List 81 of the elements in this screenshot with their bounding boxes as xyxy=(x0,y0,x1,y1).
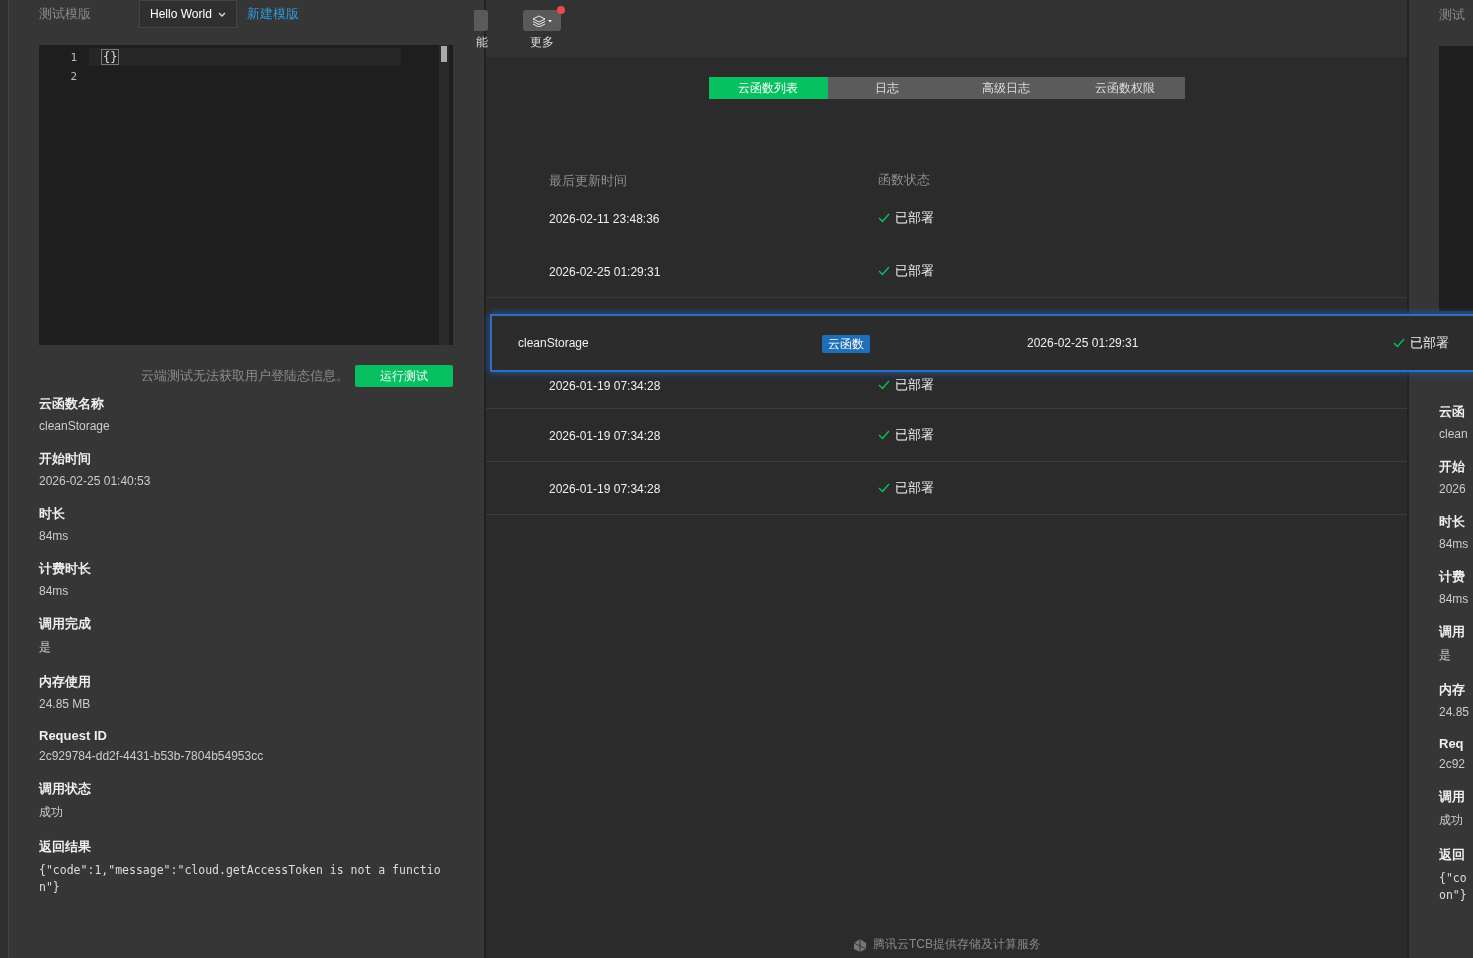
status-cell: 已部署 xyxy=(878,426,934,444)
cloud-logo-icon xyxy=(852,937,868,952)
field-value: 是 xyxy=(39,639,52,656)
table-cell: 2026-01-19 07:34:28 xyxy=(549,429,661,443)
field-value: 是 xyxy=(1439,647,1452,664)
layers-button[interactable] xyxy=(523,10,561,31)
panel-title: 测试模版 xyxy=(39,5,92,23)
line-number: 2 xyxy=(70,69,78,85)
field-label: 开始时间 xyxy=(39,450,92,468)
field-label: 返回 xyxy=(1439,846,1466,864)
field-label: 开始 xyxy=(1439,458,1466,476)
field-label: 内存 xyxy=(1439,681,1466,699)
code-text: {} xyxy=(101,49,120,65)
check-icon xyxy=(878,483,890,493)
column-header: 函数状态 xyxy=(878,171,930,189)
field-value: clean xyxy=(1439,427,1469,441)
field-value: 成功 xyxy=(1439,812,1464,829)
tab[interactable]: 云函数权限 xyxy=(1065,77,1185,99)
chevron-icon xyxy=(217,11,226,17)
template-select[interactable]: Hello World xyxy=(139,0,237,28)
toolbar-label: 能 xyxy=(476,34,488,51)
function-name: cleanStorage xyxy=(518,336,590,350)
table-cell: 2026-02-25 01:29:31 xyxy=(549,265,661,279)
field-label: 调用状态 xyxy=(39,780,92,798)
field-value: 成功 xyxy=(39,804,64,821)
field-label: Req xyxy=(1439,736,1465,751)
status-cell: 已部署 xyxy=(878,375,934,394)
result-code: {"co xyxy=(1439,870,1468,887)
table-cell: 2026-01-19 07:34:28 xyxy=(549,378,661,393)
field-value: 84ms xyxy=(1439,592,1470,606)
field-value: 2c929784-dd2f-4431-b53b-7804b54953cc xyxy=(39,749,265,763)
table-cell: 2026-02-11 23:48:36 xyxy=(549,212,660,226)
tab[interactable]: 高级日志 xyxy=(946,77,1066,99)
field-label: 时长 xyxy=(1439,513,1466,531)
field-value: 84ms xyxy=(39,529,70,543)
status-cell: 已部署 xyxy=(878,209,934,227)
column-header: 最后更新时间 xyxy=(549,172,627,188)
status-cell: 已部署 xyxy=(1393,334,1449,352)
code-editor[interactable]: 1 2 {} xyxy=(39,45,453,345)
toolbar-button[interactable] xyxy=(474,10,488,31)
field-label: 时长 xyxy=(39,505,66,523)
field-value: cleanStorage xyxy=(39,419,111,433)
result-code: on"} xyxy=(1439,887,1468,904)
field-label: 返回结果 xyxy=(39,838,92,856)
field-value: 24.85 xyxy=(1439,705,1471,719)
field-value: 24.85 MB xyxy=(39,697,92,711)
function-tag: 云函数 xyxy=(822,334,870,353)
scrollbar-thumb[interactable] xyxy=(441,46,447,62)
table-cell: 2026-01-19 07:34:28 xyxy=(549,482,661,496)
footer-text: 腾讯云TCB提供存储及计算服务 xyxy=(873,936,1041,953)
panel-title: 测试 xyxy=(1439,6,1466,24)
table-cell-text: 2026-02-25 01:29:31 xyxy=(1027,336,1140,350)
field-value: 2026-02-25 01:40:53 xyxy=(39,474,152,488)
field-label: 调用完成 xyxy=(39,615,92,633)
field-label: 调用 xyxy=(1439,788,1466,806)
check-icon xyxy=(878,213,890,223)
field-value: 84ms xyxy=(1439,537,1470,551)
check-icon xyxy=(878,430,890,440)
hint-text: 云端测试无法获取用户登陆态信息。 xyxy=(141,367,349,385)
field-label: 云函数名称 xyxy=(39,395,105,413)
layers-icon xyxy=(532,14,552,27)
status-cell: 已部署 xyxy=(878,262,934,280)
status-cell: 已部署 xyxy=(878,479,934,497)
check-icon xyxy=(878,266,890,276)
field-label: 云函 xyxy=(1439,403,1466,421)
field-label: 计费 xyxy=(1439,568,1466,586)
new-template-link[interactable]: 新建模版 xyxy=(246,5,299,23)
field-label: 计费时长 xyxy=(39,560,92,578)
field-label: 调用 xyxy=(1439,623,1466,641)
line-number: 1 xyxy=(70,50,78,66)
field-label: 内存使用 xyxy=(39,673,92,691)
check-icon xyxy=(878,379,890,390)
check-icon xyxy=(1393,338,1405,348)
field-value: 2c92 xyxy=(1439,757,1467,771)
toolbar-label: 更多 xyxy=(530,34,554,51)
field-value: 84ms xyxy=(39,584,70,598)
dragged-row[interactable]: cleanStorage 云函数 2026-02-25 01:29:31 已部署 xyxy=(490,314,1473,372)
field-label: Request ID xyxy=(39,728,108,743)
field-value: 2026 xyxy=(1439,482,1467,496)
result-code: {"code":1,"message":"cloud.getAccessToken is not a function"} xyxy=(39,862,442,896)
tab[interactable]: 日志 xyxy=(827,77,947,99)
